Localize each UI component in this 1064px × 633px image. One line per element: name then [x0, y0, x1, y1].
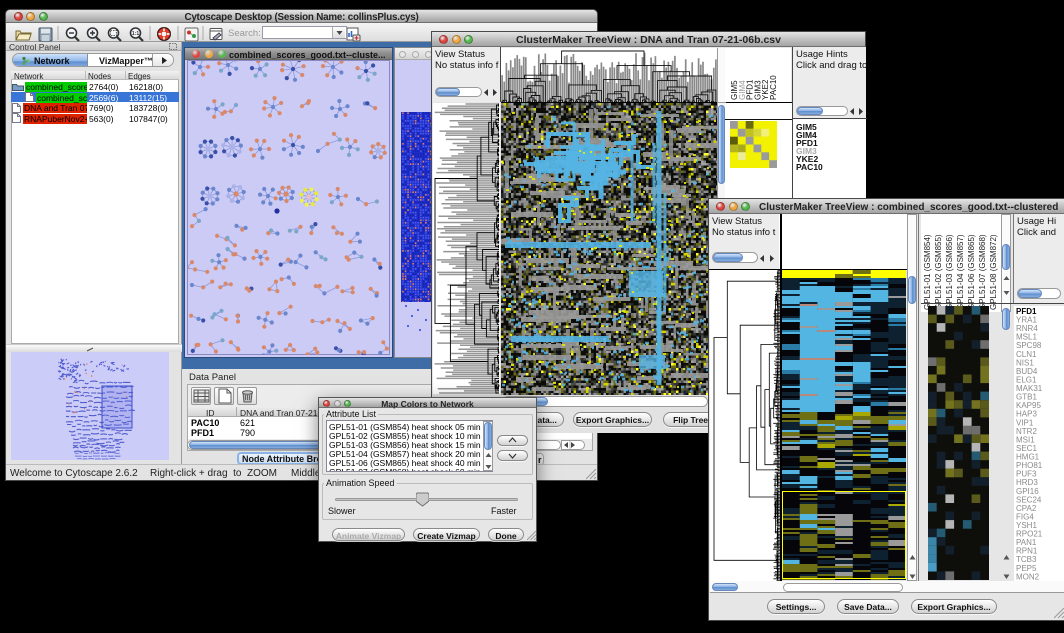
svg-text:GPL51-03 (GSM856): GPL51-03 (GSM856) [945, 234, 954, 310]
svg-text:GPL51-01 (GSM854): GPL51-01 (GSM854) [923, 234, 932, 310]
svg-text:PAC10: PAC10 [769, 75, 778, 100]
svg-text:GPL51-06 (GSM865): GPL51-06 (GSM865) [967, 234, 976, 310]
svg-text:GPL51-08 (GSM872): GPL51-08 (GSM872) [989, 234, 998, 310]
svg-text:GPL51-07 (GSM868): GPL51-07 (GSM868) [978, 234, 987, 310]
svg-text:GPL51-02 (GSM855): GPL51-02 (GSM855) [934, 234, 943, 310]
svg-text:GPL51-04 (GSM857): GPL51-04 (GSM857) [956, 234, 965, 310]
svg-text:1:1: 1:1 [132, 31, 139, 37]
